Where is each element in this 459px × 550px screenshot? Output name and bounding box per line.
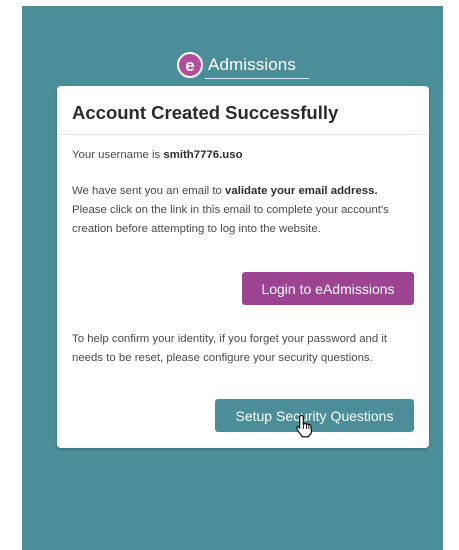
logo-e-icon: e <box>177 52 203 78</box>
login-button[interactable]: Login to eAdmissions <box>242 272 414 305</box>
logo-text: Admissions <box>208 55 296 74</box>
username-value: smith7776.uso <box>163 149 243 161</box>
email-text-start: We have sent you an email to <box>72 185 226 197</box>
hand-pointer-icon <box>296 414 312 438</box>
username-prefix: Your username is <box>72 149 164 161</box>
card-divider <box>57 134 429 135</box>
username-text: Your username is smith7776.uso <box>72 146 410 165</box>
eadmissions-logo: e Admissions <box>177 51 309 79</box>
email-text-bold: validate your email address. <box>225 185 378 197</box>
logo-underline <box>205 78 309 79</box>
card-title: Account Created Successfully <box>72 102 339 123</box>
email-text-end: Please click on the link in this email t… <box>72 204 389 235</box>
security-questions-text: To help confirm your identity, if you fo… <box>72 333 388 364</box>
email-validation-text: We have sent you an email to validate yo… <box>72 182 410 239</box>
account-created-card: Account Created Successfully Your userna… <box>57 86 429 448</box>
page-background: e Admissions Account Created Successfull… <box>22 6 443 550</box>
